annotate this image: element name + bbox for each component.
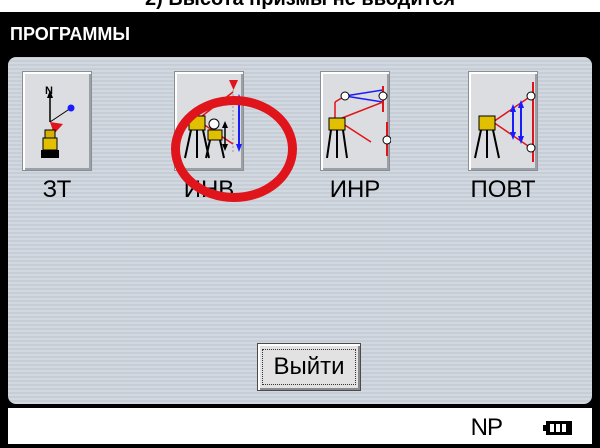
highlight-circle <box>171 96 297 202</box>
program-label-povt: ПОВТ <box>470 176 536 203</box>
measure-mode-indicator: NP <box>470 414 503 441</box>
programs-panel: N ЗТ ИНВ ИНР ПОВТ Выйти <box>8 57 592 404</box>
status-bar: NP <box>8 408 592 444</box>
program-button-inr[interactable] <box>320 71 391 171</box>
page-caption: 2) Высота призмы не вводится <box>0 0 600 12</box>
program-label-inr: ИНР <box>329 176 381 203</box>
north-azimuth-icon: N <box>41 85 75 158</box>
exit-button[interactable]: Выйти <box>257 343 361 391</box>
program-button-zt[interactable]: N <box>22 71 92 171</box>
window-title: ПРОГРАММЫ <box>0 12 600 52</box>
program-tile-inr[interactable]: ИНР <box>320 71 391 203</box>
program-tile-zt[interactable]: N ЗТ <box>22 71 92 203</box>
exit-button-label: Выйти <box>262 349 356 385</box>
program-button-povt[interactable] <box>468 71 538 171</box>
device-screen: ПРОГРАММЫ N ЗТ ИНВ ИНР ПОВТ Выйти NP <box>0 12 600 448</box>
program-tile-povt[interactable]: ПОВТ <box>468 71 538 203</box>
missing-line-icon <box>326 86 391 159</box>
program-label-zt: ЗТ <box>42 176 72 203</box>
battery-icon <box>543 421 572 435</box>
repetition-angle-icon <box>474 82 536 162</box>
